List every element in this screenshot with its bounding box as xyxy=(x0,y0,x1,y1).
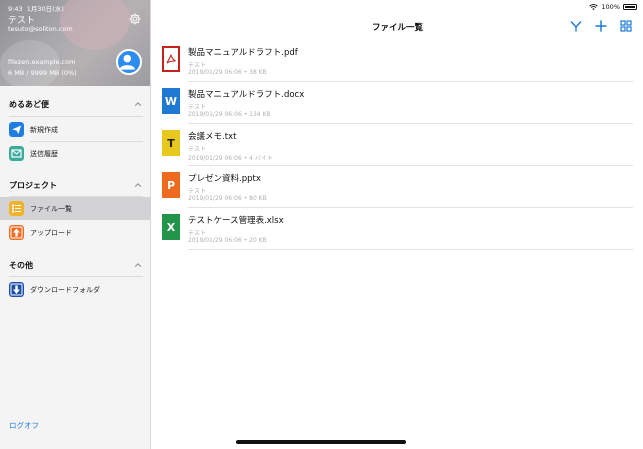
chevron-up-icon[interactable] xyxy=(134,261,142,269)
home-indicator[interactable] xyxy=(236,440,406,444)
divider xyxy=(9,116,143,117)
pdf-icon xyxy=(162,46,180,72)
status-bar-right: 100% xyxy=(589,3,637,11)
file-row[interactable]: P プレゼン資料.pptx テスト 2019/01/29 06:06 • 80 … xyxy=(152,166,643,208)
user-email: tesuto@soliton.com xyxy=(8,25,73,33)
file-row[interactable]: W 製品マニュアルドラフト.docx テスト 2019/01/29 06:06 … xyxy=(152,82,643,124)
section-title-other: その他 xyxy=(9,261,33,270)
server-address: filezen.example.com xyxy=(8,58,76,66)
file-meta: 2019/01/29 06:06 • 20 KB xyxy=(188,237,267,244)
sidebar-item-upload[interactable]: アップロード xyxy=(0,221,151,244)
status-clock: 9:43 xyxy=(8,5,23,13)
file-owner: テスト xyxy=(188,230,207,237)
section-title-meruado: めるあど便 xyxy=(9,100,49,109)
excel-icon: X xyxy=(162,214,180,240)
avatar[interactable] xyxy=(116,49,142,75)
file-name: 会議メモ.txt xyxy=(188,132,237,142)
file-owner: テスト xyxy=(188,62,207,69)
divider xyxy=(9,276,143,277)
account-header: 9:43 1月30日(水) テスト tesuto@soliton.com fil… xyxy=(0,0,150,86)
sidebar: 9:43 1月30日(水) テスト tesuto@soliton.com fil… xyxy=(0,0,151,449)
file-name: テストケース管理表.xlsx xyxy=(188,216,284,226)
sidebar-item-label: ファイル一覧 xyxy=(30,205,72,213)
sidebar-item-label: 送信履歴 xyxy=(30,150,58,158)
battery-icon xyxy=(623,4,637,10)
word-icon: W xyxy=(162,88,180,114)
status-time: 9:43 1月30日(水) xyxy=(8,3,64,13)
file-meta: 2019/01/29 06:06 • 134 KB xyxy=(188,111,271,118)
add-icon[interactable] xyxy=(595,20,607,32)
file-row[interactable]: T 会議メモ.txt テスト 2019/01/29 06:06 • 4 バイト xyxy=(152,124,643,166)
file-owner: テスト xyxy=(188,104,207,111)
file-owner: テスト xyxy=(188,188,207,195)
file-row[interactable]: X テストケース管理表.xlsx テスト 2019/01/29 06:06 • … xyxy=(152,208,643,250)
upload-icon xyxy=(9,225,24,240)
storage-quota: 6 MB / 9999 MB (0%) xyxy=(8,69,77,77)
filter-icon[interactable] xyxy=(570,20,582,32)
paper-plane-icon xyxy=(9,122,24,137)
sidebar-item-label: 新規作成 xyxy=(30,126,58,134)
battery-percent: 100% xyxy=(601,3,620,11)
logout-link[interactable]: ログオフ xyxy=(9,420,39,431)
file-name: プレゼン資料.pptx xyxy=(188,174,261,184)
grid-view-icon[interactable] xyxy=(620,20,632,32)
sidebar-item-download-folder[interactable]: ダウンロードフォルダ xyxy=(0,278,151,301)
sidebar-item-label: アップロード xyxy=(30,229,72,237)
file-list-icon xyxy=(9,201,24,216)
powerpoint-icon: P xyxy=(162,172,180,198)
file-name: 製品マニュアルドラフト.pdf xyxy=(188,48,298,58)
text-icon: T xyxy=(162,130,180,156)
chevron-up-icon[interactable] xyxy=(134,100,142,108)
sidebar-item-label: ダウンロードフォルダ xyxy=(30,286,100,294)
acrobat-logo-icon xyxy=(166,54,176,64)
file-row[interactable]: 製品マニュアルドラフト.pdf テスト 2019/01/29 06:06 • 3… xyxy=(152,40,643,82)
main-panel: 100% ファイル一覧 製品マニュアルドラフト.pdf テスト 2019/01/… xyxy=(152,0,643,449)
chevron-up-icon[interactable] xyxy=(134,181,142,189)
mail-history-icon xyxy=(9,146,24,161)
sidebar-item-file-list[interactable]: ファイル一覧 xyxy=(0,197,151,220)
divider xyxy=(188,249,633,250)
status-date: 1月30日(水) xyxy=(26,5,64,13)
gear-icon[interactable] xyxy=(128,12,142,26)
file-meta: 2019/01/29 06:06 • 4 バイト xyxy=(188,155,273,162)
sidebar-item-history[interactable]: 送信履歴 xyxy=(0,142,151,165)
wifi-icon xyxy=(589,3,599,10)
file-meta: 2019/01/29 06:06 • 80 KB xyxy=(188,195,267,202)
file-meta: 2019/01/29 06:06 • 38 KB xyxy=(188,69,267,76)
download-folder-icon xyxy=(9,282,24,297)
user-silhouette-icon xyxy=(119,54,135,70)
file-name: 製品マニュアルドラフト.docx xyxy=(188,90,305,100)
sidebar-item-new[interactable]: 新規作成 xyxy=(0,118,151,141)
section-title-project: プロジェクト xyxy=(9,181,57,190)
file-owner: テスト xyxy=(188,146,207,153)
